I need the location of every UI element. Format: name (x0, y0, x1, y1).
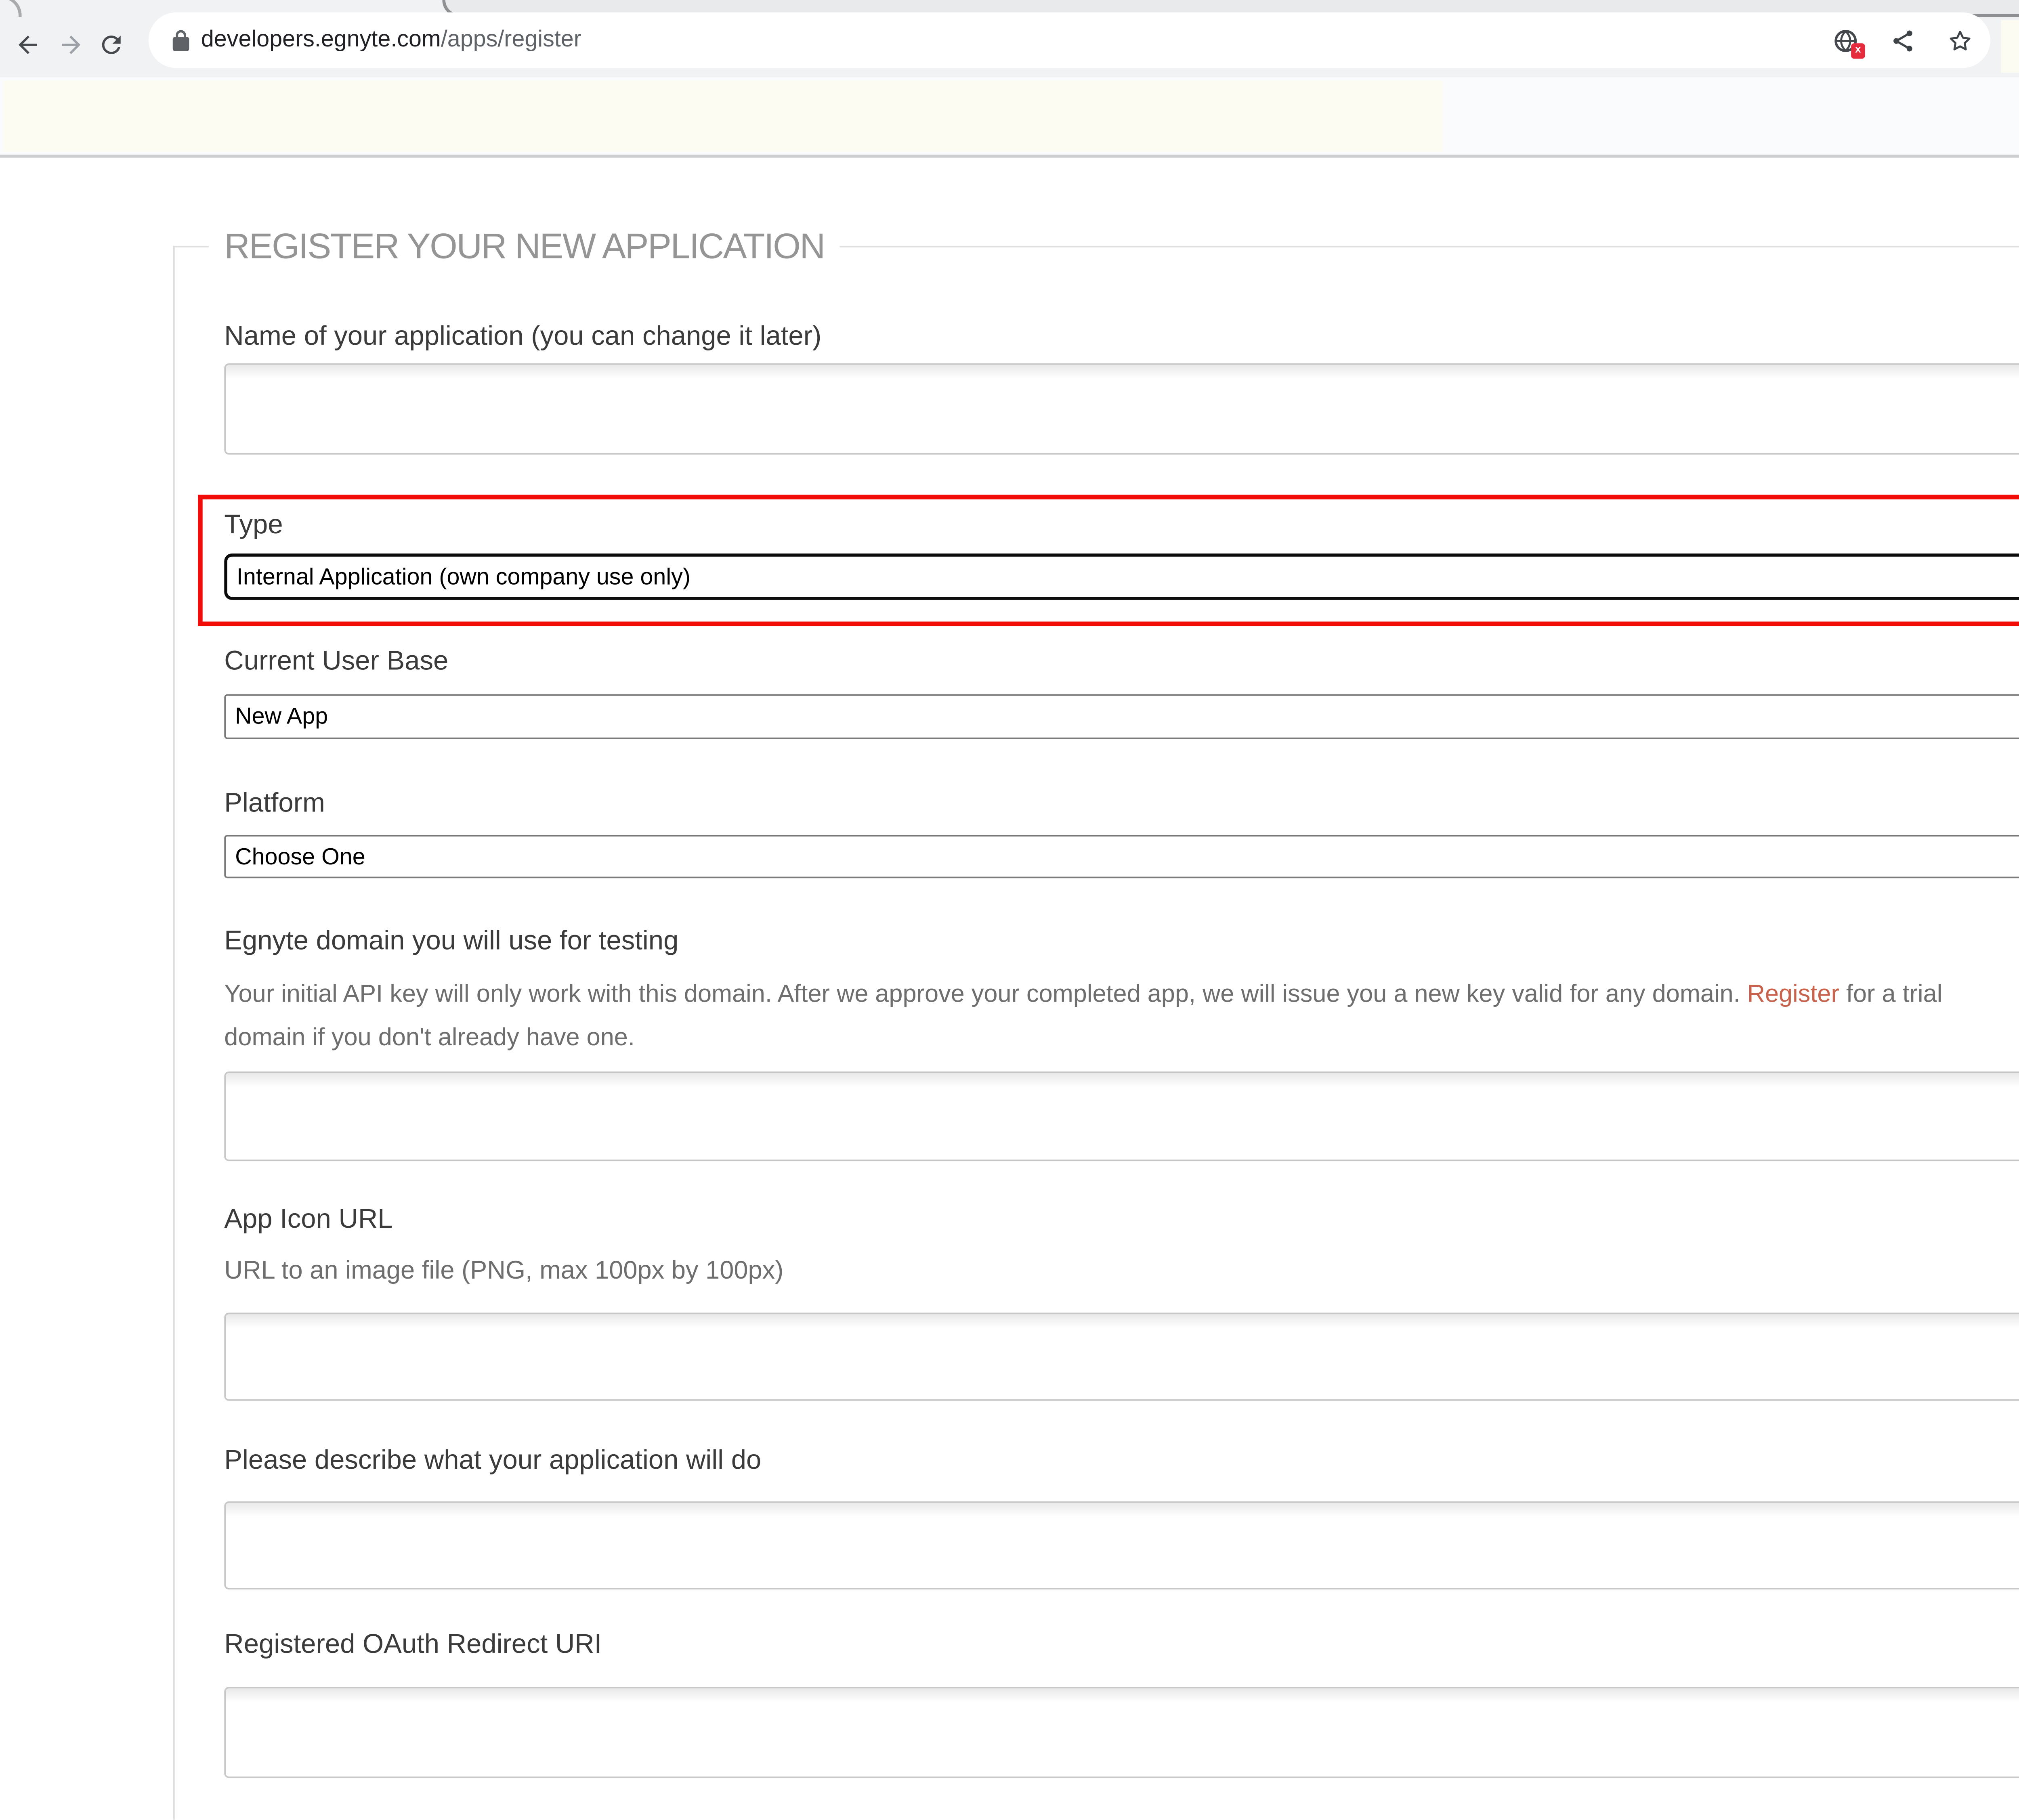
app-icon-url-input[interactable] (224, 1313, 2019, 1401)
description-label: Please describe what your application wi… (224, 1443, 761, 1478)
domain-description-part2: for a trial (1846, 982, 1942, 1008)
oauth-redirect-input[interactable] (224, 1687, 2019, 1778)
url-host: developers.egnyte.com (201, 26, 441, 52)
forward-button[interactable] (57, 31, 85, 59)
type-select-value: Internal Application (own company use on… (237, 564, 690, 590)
lock-icon (170, 28, 192, 52)
form-legend: REGISTER YOUR NEW APPLICATION (209, 224, 840, 269)
url-path: /apps/register (441, 26, 581, 52)
domain-description: Your initial API key will only work with… (224, 974, 1942, 1059)
bookmark-star-icon[interactable] (1947, 28, 1973, 54)
browser-window: developers.egnyte.com/apps/register x (0, 0, 2019, 1819)
platform-label: Platform (224, 785, 325, 821)
url-text: developers.egnyte.com/apps/register (201, 13, 581, 68)
domain-description-part1: Your initial API key will only work with… (224, 982, 1740, 1008)
user-base-label: Current User Base (224, 643, 448, 679)
reload-icon (97, 31, 125, 59)
url-bar[interactable]: developers.egnyte.com/apps/register x (149, 13, 1990, 68)
app-name-input[interactable] (224, 363, 2019, 455)
user-base-select[interactable]: New App (224, 694, 2019, 739)
bookmarks-strip (0, 77, 2019, 157)
type-label: Type (224, 507, 283, 543)
reload-button[interactable] (97, 31, 125, 59)
type-select[interactable]: Internal Application (own company use on… (224, 554, 2019, 600)
oauth-redirect-label: Registered OAuth Redirect URI (224, 1627, 602, 1662)
platform-select[interactable]: Choose One (224, 835, 2019, 878)
toolbar-cream-patch (2001, 20, 2019, 73)
extension-error-badge: x (1851, 43, 1865, 59)
app-icon-url-label: App Icon URL (224, 1201, 392, 1237)
register-link[interactable]: Register (1747, 982, 1839, 1008)
extension-error-icon[interactable]: x (1832, 28, 1859, 54)
domain-label: Egnyte domain you will use for testing (224, 923, 678, 958)
back-button[interactable] (14, 31, 42, 59)
domain-description-part3: domain if you don't already have one. (224, 1024, 635, 1050)
app-icon-url-hint: URL to an image file (PNG, max 100px by … (224, 1257, 783, 1287)
description-textarea[interactable] (224, 1501, 2019, 1589)
strip-cream-patch (3, 80, 1443, 151)
forward-icon (57, 31, 85, 59)
share-icon[interactable] (1890, 28, 1916, 54)
back-icon (14, 31, 42, 59)
domain-input[interactable] (224, 1071, 2019, 1161)
tab-corner (0, 0, 22, 17)
platform-select-value: Choose One (235, 843, 365, 870)
app-name-label: Name of your application (you can change… (224, 319, 821, 354)
user-base-select-value: New App (235, 704, 328, 730)
browser-toolbar: developers.egnyte.com/apps/register x (0, 0, 2019, 77)
